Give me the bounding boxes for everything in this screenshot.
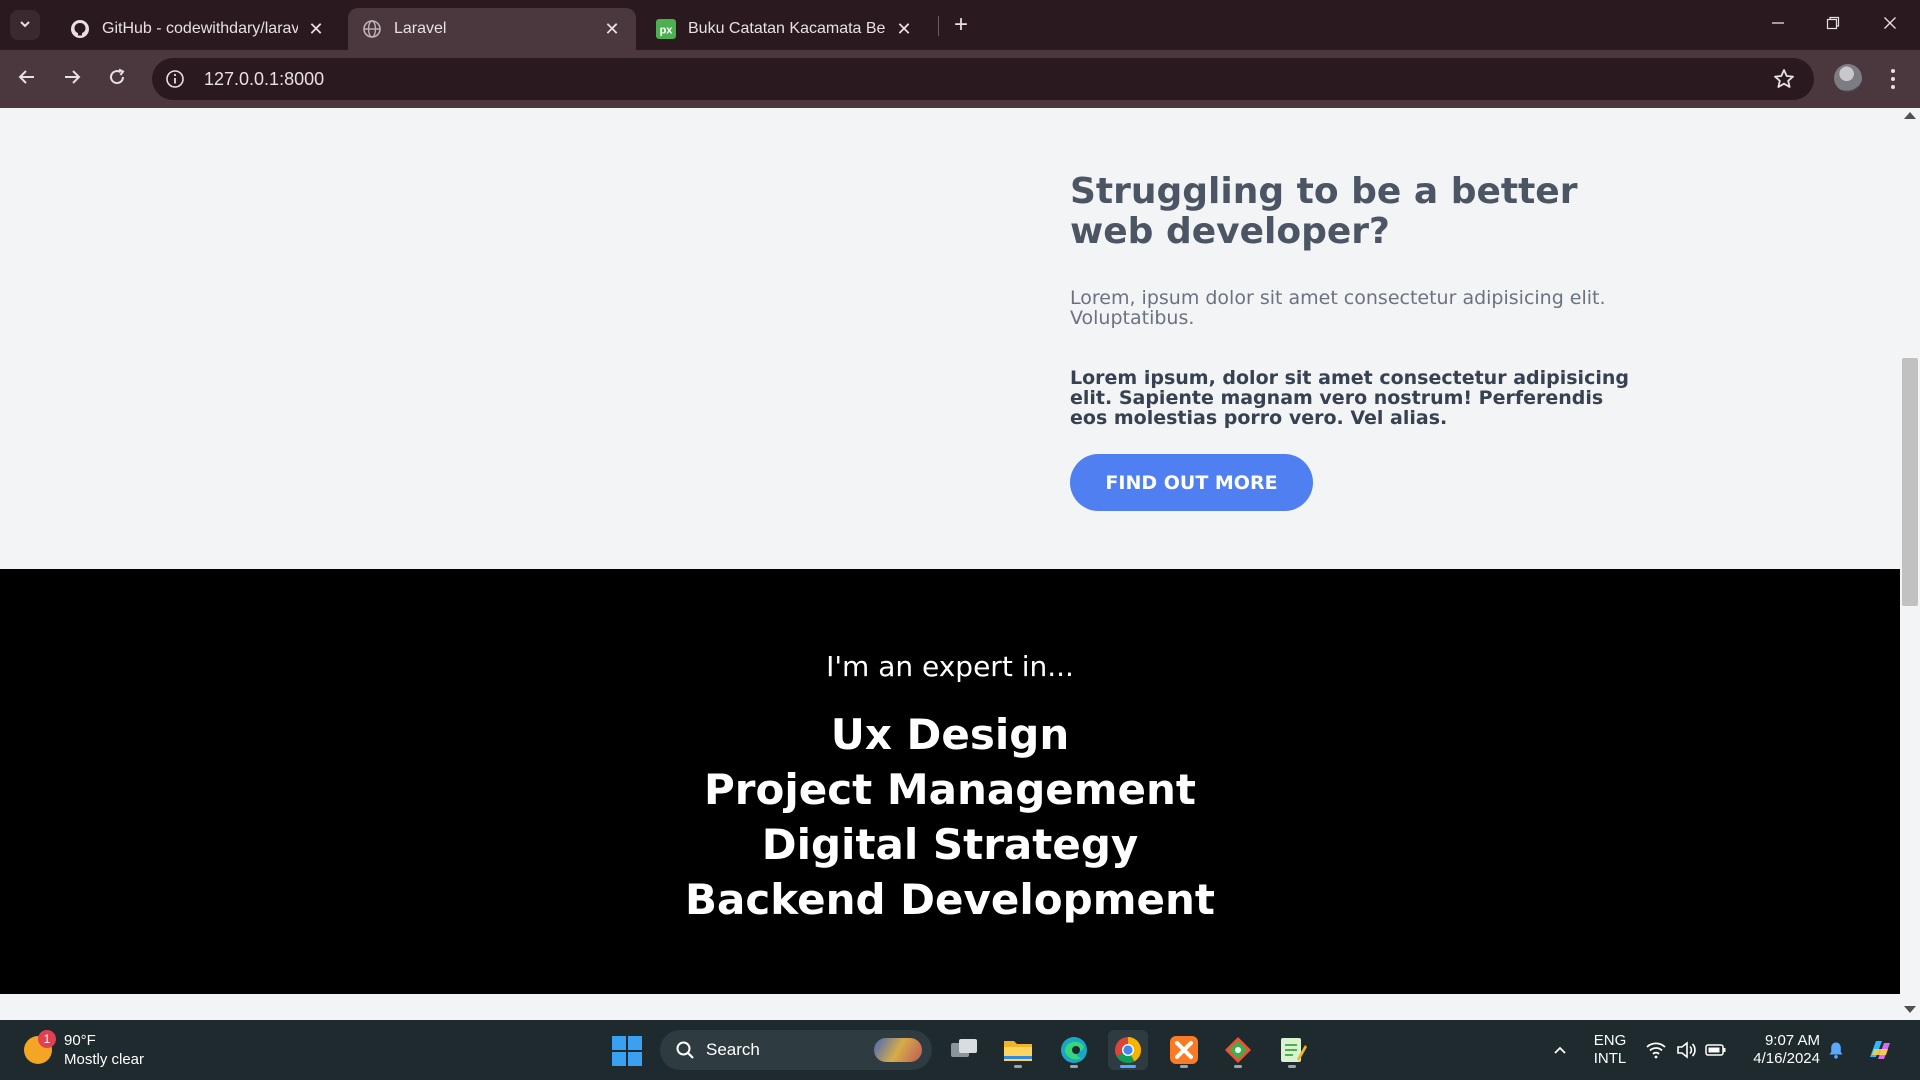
skill-item: Project Management [704,765,1196,814]
arrow-right-icon [62,67,82,91]
github-icon [70,19,90,39]
skill-item: Ux Design [830,710,1070,759]
skill-item: Digital Strategy [761,820,1139,869]
tab-search-button[interactable] [10,10,40,40]
url-text[interactable]: 127.0.0.1:8000 [204,69,324,90]
tab-strip: GitHub - codewithdary/laravel-l ✕ Larave… [0,0,1920,50]
language-indicator[interactable]: ENG INTL [1592,1032,1628,1068]
notification-bell-icon[interactable] [1824,1020,1848,1080]
running-indicator [1288,1065,1296,1068]
search-icon [674,1039,696,1061]
close-icon [1883,15,1897,34]
git-tool-icon[interactable] [1218,1030,1258,1070]
search-highlight-image [874,1038,922,1062]
info-icon[interactable] [160,64,190,94]
restore-icon [1826,15,1840,34]
new-tab-button[interactable]: + [948,11,974,38]
next-section [0,994,1900,1020]
reload-button[interactable] [102,64,132,94]
tab-title: Buku Catatan Kacamata Beperg [688,20,886,37]
start-button-windows-icon[interactable] [612,1036,642,1066]
scroll-up-arrow-icon[interactable] [1904,112,1916,119]
show-hidden-icons-chevron-up-icon[interactable] [1548,1020,1572,1080]
globe-icon [362,19,382,39]
page-scrollbar[interactable] [1900,108,1920,1020]
notepad-app-icon[interactable] [1272,1030,1312,1070]
profile-avatar[interactable] [1834,64,1862,92]
find-out-more-button[interactable]: Find out more [1070,454,1313,511]
task-view-icon[interactable] [944,1030,984,1070]
volume-icon[interactable] [1674,1020,1698,1080]
bookmark-star-icon[interactable] [1770,65,1798,93]
back-button[interactable] [12,64,42,94]
plus-icon: + [953,11,968,38]
close-icon[interactable]: ✕ [602,19,622,39]
battery-icon[interactable] [1704,1020,1728,1080]
arrow-left-icon [17,67,37,91]
clock-time: 9:07 AM [1764,1032,1820,1049]
notification-badge: 1 [38,1030,56,1048]
hero-heading: Struggling to be a better web developer? [1070,171,1578,252]
xampp-icon[interactable] [1164,1030,1204,1070]
running-indicator [1014,1065,1022,1068]
tab-laravel[interactable]: Laravel ✕ [348,8,636,50]
page-viewport: Struggling to be a better web developer?… [0,108,1920,1020]
copilot-icon[interactable] [1864,1020,1896,1080]
file-explorer-icon[interactable] [998,1030,1038,1070]
taskbar-clock[interactable]: 9:07 AM 4/16/2024 [1740,1032,1820,1068]
taskbar: 1 90°F Mostly clear Search ENG INTL 9:07… [0,1020,1920,1080]
chrome-browser-icon[interactable] [1108,1030,1148,1070]
running-indicator [1234,1065,1242,1068]
close-window-button[interactable] [1868,6,1912,42]
wifi-icon[interactable] [1644,1020,1668,1080]
svg-text:px: px [660,25,674,37]
weather-widget[interactable]: 1 90°F Mostly clear [20,1030,160,1070]
more-menu-icon[interactable] [1880,64,1906,94]
restore-button[interactable] [1811,6,1855,42]
search-label: Search [706,1040,760,1059]
tab-github[interactable]: GitHub - codewithdary/laravel-l ✕ [56,8,340,50]
weather-condition: Mostly clear [64,1051,145,1068]
skill-item: Backend Development [685,875,1215,924]
tab-title: GitHub - codewithdary/laravel-l [102,20,298,37]
tab-separator [938,16,939,36]
keyboard-layout: INTL [1593,1050,1627,1067]
edge-browser-icon[interactable] [1054,1030,1094,1070]
address-bar[interactable]: 127.0.0.1:8000 [152,58,1814,100]
tab-title: Laravel [394,20,447,37]
pixiv-icon: px [656,19,676,39]
hero-lead-text: Lorem, ipsum dolor sit amet consectetur … [1070,287,1606,329]
skills-list: Ux Design Project Management Digital Str… [0,707,1900,927]
screen: GitHub - codewithdary/laravel-l ✕ Larave… [0,0,1920,1080]
minimize-button[interactable] [1756,6,1800,42]
running-indicator [1070,1065,1078,1068]
running-indicator [1180,1065,1188,1068]
forward-button[interactable] [57,64,87,94]
running-indicator [1120,1065,1136,1068]
reload-icon [107,67,127,91]
hero-bold-text: Lorem ipsum, dolor sit amet consectetur … [1070,367,1629,429]
clock-date: 4/16/2024 [1753,1050,1820,1067]
close-icon[interactable]: ✕ [306,19,326,39]
taskbar-search[interactable]: Search [660,1030,932,1070]
scroll-down-arrow-icon[interactable] [1904,1006,1916,1013]
chevron-down-icon [18,16,32,35]
weather-temperature: 90°F [64,1032,96,1049]
expertise-intro: I'm an expert in... [826,650,1074,683]
close-icon[interactable]: ✕ [894,19,914,39]
expertise-section: I'm an expert in... Ux Design Project Ma… [0,569,1900,994]
hero-section: Struggling to be a better web developer?… [0,108,1900,569]
browser-toolbar: 127.0.0.1:8000 [0,50,1920,108]
minimize-icon [1771,15,1785,34]
language-code: ENG [1593,1032,1627,1049]
tab-buku-catatan[interactable]: px Buku Catatan Kacamata Beperg ✕ [642,8,928,50]
scrollbar-thumb[interactable] [1902,358,1918,606]
